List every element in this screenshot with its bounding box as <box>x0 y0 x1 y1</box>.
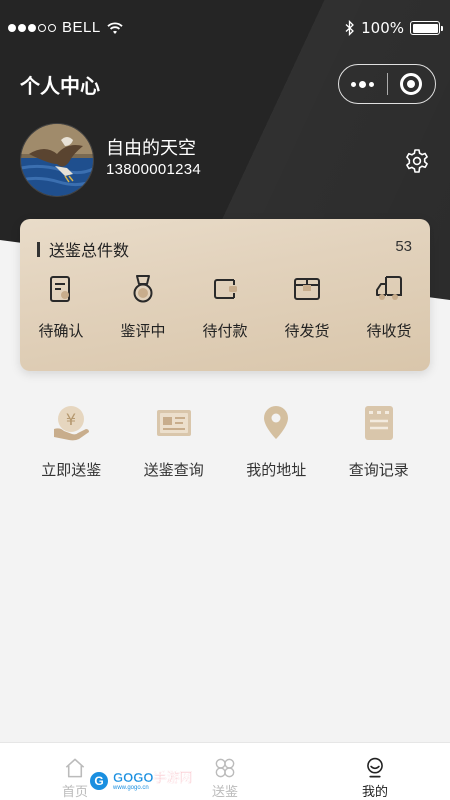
order-status-label: 鉴评中 <box>120 322 166 340</box>
order-status-pending-shipment[interactable]: 待发货 <box>266 274 348 341</box>
watermark-text: GOGO手游网 <box>113 770 193 785</box>
status-right: 100% <box>345 19 443 37</box>
tab-label: 送鉴 <box>211 785 238 800</box>
user-name: 自由的天空 <box>106 138 196 159</box>
mini-program-capsule <box>338 64 436 104</box>
watermark-logo-icon: G <box>88 770 110 792</box>
orders-card: 送鉴总件数 53 待确认 鉴评中 待付款 待发货 待收货 <box>20 219 430 371</box>
order-status-pending-payment[interactable]: 待付款 <box>184 274 266 341</box>
profile-icon <box>367 757 383 778</box>
bluetooth-icon <box>345 20 355 36</box>
signal-icon <box>8 23 56 32</box>
clover-icon <box>215 758 235 778</box>
status-bar: BELL 100% <box>0 0 450 56</box>
truck-icon <box>376 276 402 300</box>
orders-title: 送鉴总件数 <box>49 241 130 260</box>
card-icon <box>156 410 191 436</box>
record-icon <box>364 406 393 440</box>
location-pin-icon <box>264 406 289 439</box>
service-label: 我的地址 <box>246 461 307 479</box>
carrier-name: BELL <box>62 19 101 36</box>
service-label: 立即送鉴 <box>41 461 102 479</box>
service-submit-query[interactable]: 送鉴查询 <box>123 403 226 480</box>
svg-text:¥: ¥ <box>66 410 76 429</box>
order-status-evaluating[interactable]: 鉴评中 <box>102 274 184 341</box>
medal-icon <box>133 275 153 303</box>
order-status-label: 待付款 <box>202 322 248 340</box>
watermark: G GOGO手游网 www.gogo.cn <box>88 768 193 794</box>
home-icon <box>65 758 85 778</box>
page-title: 个人中心 <box>20 74 100 98</box>
tab-label: 首页 <box>61 785 88 800</box>
service-label: 送鉴查询 <box>143 461 204 479</box>
box-icon <box>294 278 320 300</box>
close-target-icon <box>400 73 423 95</box>
status-left: BELL <box>8 19 123 36</box>
service-grid: ¥ 立即送鉴 送鉴查询 我的地址 查询记录 <box>20 403 430 480</box>
order-status-label: 待确认 <box>38 322 84 340</box>
close-button[interactable] <box>387 73 435 95</box>
order-status-list: 待确认 鉴评中 待付款 待发货 待收货 <box>20 274 430 341</box>
battery-icon <box>410 21 443 35</box>
user-phone: 13800001234 <box>106 161 202 178</box>
yen-hand-icon: ¥ <box>54 406 90 441</box>
doc-icon <box>50 276 70 302</box>
order-status-pending-confirm[interactable]: 待确认 <box>20 274 102 341</box>
watermark-url: www.gogo.cn <box>113 785 149 791</box>
tab-mine[interactable]: 我的 <box>300 743 450 800</box>
service-label: 查询记录 <box>348 461 409 479</box>
avatar[interactable] <box>20 123 94 197</box>
service-query-records[interactable]: 查询记录 <box>328 403 431 480</box>
more-button[interactable] <box>339 80 387 88</box>
tab-label: 我的 <box>361 785 388 800</box>
service-my-address[interactable]: 我的地址 <box>225 403 328 480</box>
order-status-pending-receipt[interactable]: 待收货 <box>348 274 430 341</box>
tab-bar: 首页 送鉴 我的 <box>0 742 450 800</box>
order-status-label: 待收货 <box>366 322 412 340</box>
service-submit-now[interactable]: ¥ 立即送鉴 <box>20 403 123 480</box>
wallet-icon <box>214 279 237 299</box>
eagle-avatar-image <box>21 124 93 196</box>
wifi-icon <box>107 21 123 34</box>
order-status-label: 待发货 <box>284 322 330 340</box>
orders-header: 送鉴总件数 <box>37 237 129 261</box>
gear-icon[interactable] <box>404 148 430 174</box>
battery-percent: 100% <box>361 19 404 37</box>
orders-count: 53 <box>395 238 412 255</box>
